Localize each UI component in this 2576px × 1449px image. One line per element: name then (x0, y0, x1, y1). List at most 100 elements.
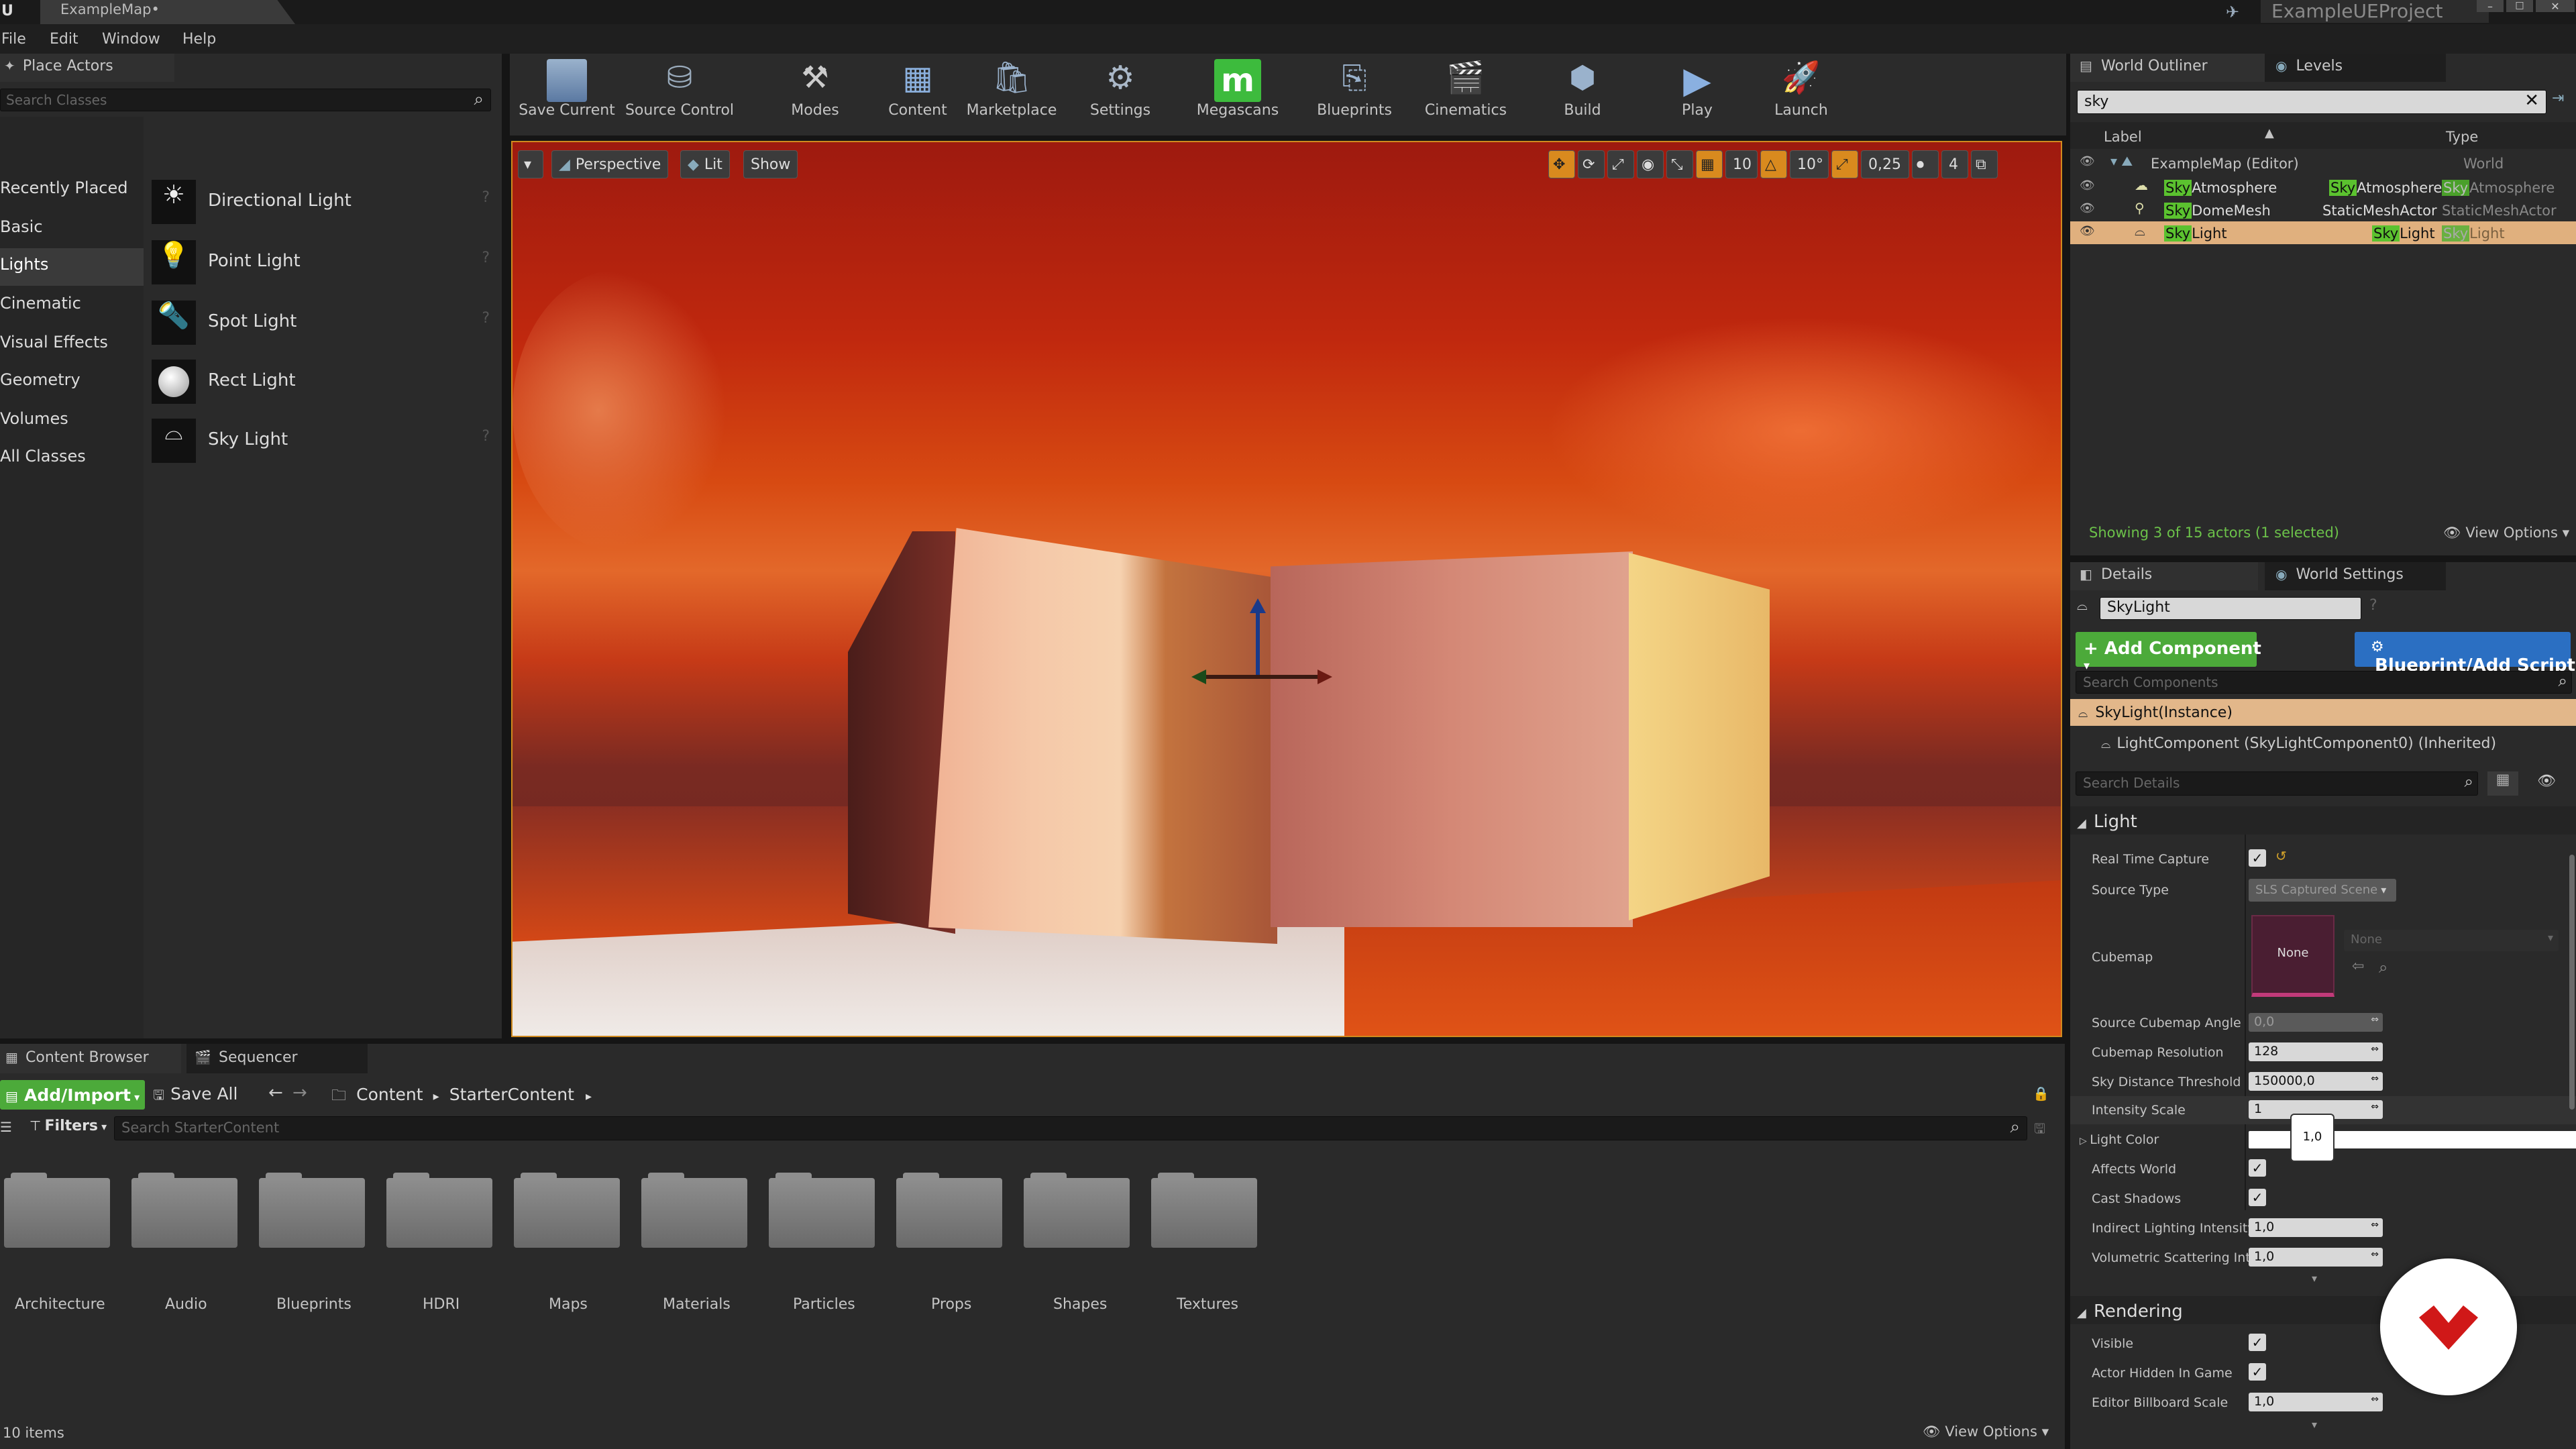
level-viewport[interactable]: ▾ ◢ Perspective ◆ Lit Show ✥ ⟳ ⤢ ◉ ⤡ ▦ 1… (511, 141, 2062, 1037)
category-volumes[interactable]: Volumes (0, 409, 144, 441)
folder-textures[interactable]: Textures (1151, 1173, 1264, 1313)
search-icon[interactable]: ⌕ (474, 89, 484, 110)
help-icon[interactable]: ? (482, 250, 490, 266)
scale-snap-value[interactable]: 0,25 (1861, 150, 1909, 178)
world-outliner-tab[interactable]: ▤ World Outliner (2070, 54, 2265, 82)
scale-mode-icon[interactable]: ⤢ (1607, 150, 1634, 178)
category-cinematic[interactable]: Cinematic (0, 294, 144, 326)
folder-particles[interactable]: Particles (769, 1173, 881, 1313)
cubemap-thumbnail[interactable]: None (2251, 915, 2334, 997)
search-details-input[interactable]: Search Details ⌕ (2076, 771, 2478, 796)
folder-hdri[interactable]: HDRI (386, 1173, 499, 1313)
outliner-settings-icon[interactable]: ⇥ (2552, 90, 2572, 114)
actor-directional-light[interactable]: ☀ Directional Light ? (150, 176, 495, 224)
camera-speed-icon[interactable]: ⏺ (1912, 150, 1939, 178)
blueprint-add-script-button[interactable]: ⚙ Blueprint/Add Script (2355, 632, 2575, 676)
cast-shadows-checkbox[interactable]: ✓ (2249, 1189, 2266, 1206)
world-local-icon[interactable]: ◉ (1637, 150, 1664, 178)
maximize-viewport-icon[interactable]: ⧉ (1971, 150, 1998, 178)
history-forward-icon[interactable]: → (292, 1083, 307, 1103)
outliner-view-options[interactable]: 👁 View Options ▾ (2443, 525, 2569, 541)
light-component-row[interactable]: ⌓ LightComponent (SkyLightComponent0) (I… (2070, 730, 2576, 757)
real-time-capture-checkbox[interactable]: ✓ (2249, 849, 2266, 867)
transform-gizmo[interactable] (1183, 598, 1332, 699)
category-visual-effects[interactable]: Visual Effects (0, 333, 144, 365)
sources-toggle-icon[interactable]: ☰ (0, 1119, 12, 1135)
col-type[interactable]: Type (2446, 129, 2478, 145)
lock-icon[interactable]: 🔒 (2033, 1085, 2049, 1102)
actor-hidden-checkbox[interactable]: ✓ (2249, 1363, 2266, 1381)
grid-snap-value[interactable]: 10 (1725, 150, 1758, 178)
grid-snap-icon[interactable]: ▦ (1696, 150, 1723, 178)
use-selected-asset-icon[interactable]: ⇦ (2352, 958, 2364, 975)
maximize-button[interactable]: □ (2506, 0, 2533, 12)
breadcrumb-content[interactable]: Content (356, 1085, 423, 1104)
search-components-input[interactable]: Search Components ⌕ (2076, 671, 2572, 694)
rotation-snap-icon[interactable]: △ (1760, 150, 1787, 178)
minimize-button[interactable]: – (2477, 0, 2504, 13)
filters-button[interactable]: ⊤ Filters ▾ (30, 1118, 107, 1142)
menu-edit[interactable]: Edit (50, 31, 78, 48)
help-icon[interactable]: ? (482, 310, 490, 327)
actor-point-light[interactable]: 💡 Point Light ? (150, 236, 495, 284)
sky-distance-threshold-field[interactable]: 150000,0 ⇔ (2249, 1072, 2383, 1091)
category-geometry[interactable]: Geometry (0, 370, 144, 402)
eye-icon[interactable]: 👁 (2080, 178, 2095, 193)
notification-icon[interactable]: ✈ (2226, 3, 2246, 21)
clear-search-icon[interactable]: ✕ (2524, 91, 2539, 111)
surface-snap-icon[interactable]: ⤡ (1666, 150, 1693, 178)
lit-button[interactable]: ◆ Lit (680, 150, 730, 178)
search-icon[interactable]: ⌕ (2010, 1117, 2020, 1138)
marketplace-button[interactable]: 🛍 Marketplace (958, 59, 1065, 133)
outliner-row-world[interactable]: 👁 ▾ ⛰ ExampleMap (Editor) World (2070, 152, 2576, 174)
search-startercontent-input[interactable]: Search StarterContent ⌕ (114, 1116, 2027, 1140)
expand-advanced-icon[interactable]: ▾ (2312, 1272, 2317, 1285)
show-button[interactable]: Show (743, 150, 798, 178)
affects-world-checkbox[interactable]: ✓ (2249, 1159, 2266, 1177)
perspective-button[interactable]: ◢ Perspective (551, 150, 669, 178)
reset-to-default-icon[interactable]: ↺ (2275, 848, 2287, 864)
rotate-mode-icon[interactable]: ⟳ (1578, 150, 1605, 178)
outliner-row-skyatmosphere[interactable]: 👁 ☁ SkyAtmosphere SkyAtmosphere SkyAtmos… (2070, 176, 2576, 199)
help-icon[interactable]: ? (482, 428, 490, 445)
details-help-icon[interactable]: ? (2369, 597, 2377, 614)
source-cubemap-angle-field[interactable]: 0,0 ⇔ (2249, 1013, 2383, 1032)
rotation-snap-value[interactable]: 10° (1790, 150, 1829, 178)
gizmo-z-axis[interactable] (1256, 605, 1260, 679)
close-button[interactable]: ✕ (2536, 0, 2575, 13)
menu-file[interactable]: File (1, 31, 26, 48)
indirect-lighting-intensity-field[interactable]: 1,0 ⇔ (2249, 1218, 2383, 1237)
actor-rect-light[interactable]: Rect Light (150, 356, 495, 404)
folder-blueprints[interactable]: Blueprints (259, 1173, 372, 1313)
history-back-icon[interactable]: ← (268, 1083, 283, 1103)
place-actors-tab[interactable]: ✦ Place Actors (0, 54, 174, 82)
world-settings-tab[interactable]: ◉ World Settings (2265, 562, 2446, 590)
blueprints-button[interactable]: ⎘ Blueprints (1304, 59, 1405, 133)
eye-icon[interactable]: 👁 (2080, 154, 2095, 168)
visibility-filter-icon[interactable]: 👁 (2537, 773, 2556, 790)
eye-icon[interactable]: 👁 (2080, 224, 2095, 238)
folder-audio[interactable]: Audio (131, 1173, 244, 1313)
category-recently-placed[interactable]: Recently Placed (0, 178, 144, 211)
menu-help[interactable]: Help (182, 31, 216, 48)
col-label[interactable]: Label (2104, 129, 2142, 145)
search-classes-input[interactable]: Search Classes ⌕ (0, 89, 491, 111)
source-type-dropdown[interactable]: SLS Captured Scene ▾ (2249, 879, 2396, 902)
megascans-button[interactable]: m Megascans (1187, 59, 1288, 133)
property-matrix-icon[interactable]: ▦ (2487, 771, 2518, 796)
levels-tab[interactable]: ◉ Levels (2265, 54, 2446, 82)
content-button[interactable]: ▦ Content (877, 59, 958, 133)
cubemap-asset-dropdown[interactable]: None ▾ (2344, 930, 2559, 951)
eye-icon[interactable]: 👁 (2080, 201, 2095, 215)
content-view-options[interactable]: 👁 View Options ▾ (1923, 1424, 2049, 1440)
billboard-scale-field[interactable]: 1,0 ⇔ (2249, 1393, 2383, 1411)
search-icon[interactable]: ⌕ (2465, 772, 2473, 791)
folder-architecture[interactable]: Architecture (4, 1173, 117, 1313)
folder-maps[interactable]: Maps (514, 1173, 627, 1313)
folder-materials[interactable]: Materials (641, 1173, 754, 1313)
add-component-button[interactable]: + Add Component ▾ (2076, 632, 2261, 673)
launch-button[interactable]: 🚀 Launch (1758, 59, 1845, 133)
outliner-row-skylight[interactable]: 👁 ⌓ SkyLight SkyLight SkyLight (2070, 221, 2576, 244)
camera-speed-value[interactable]: 4 (1941, 150, 1968, 178)
volumetric-scattering-field[interactable]: 1,0 ⇔ (2249, 1248, 2383, 1267)
